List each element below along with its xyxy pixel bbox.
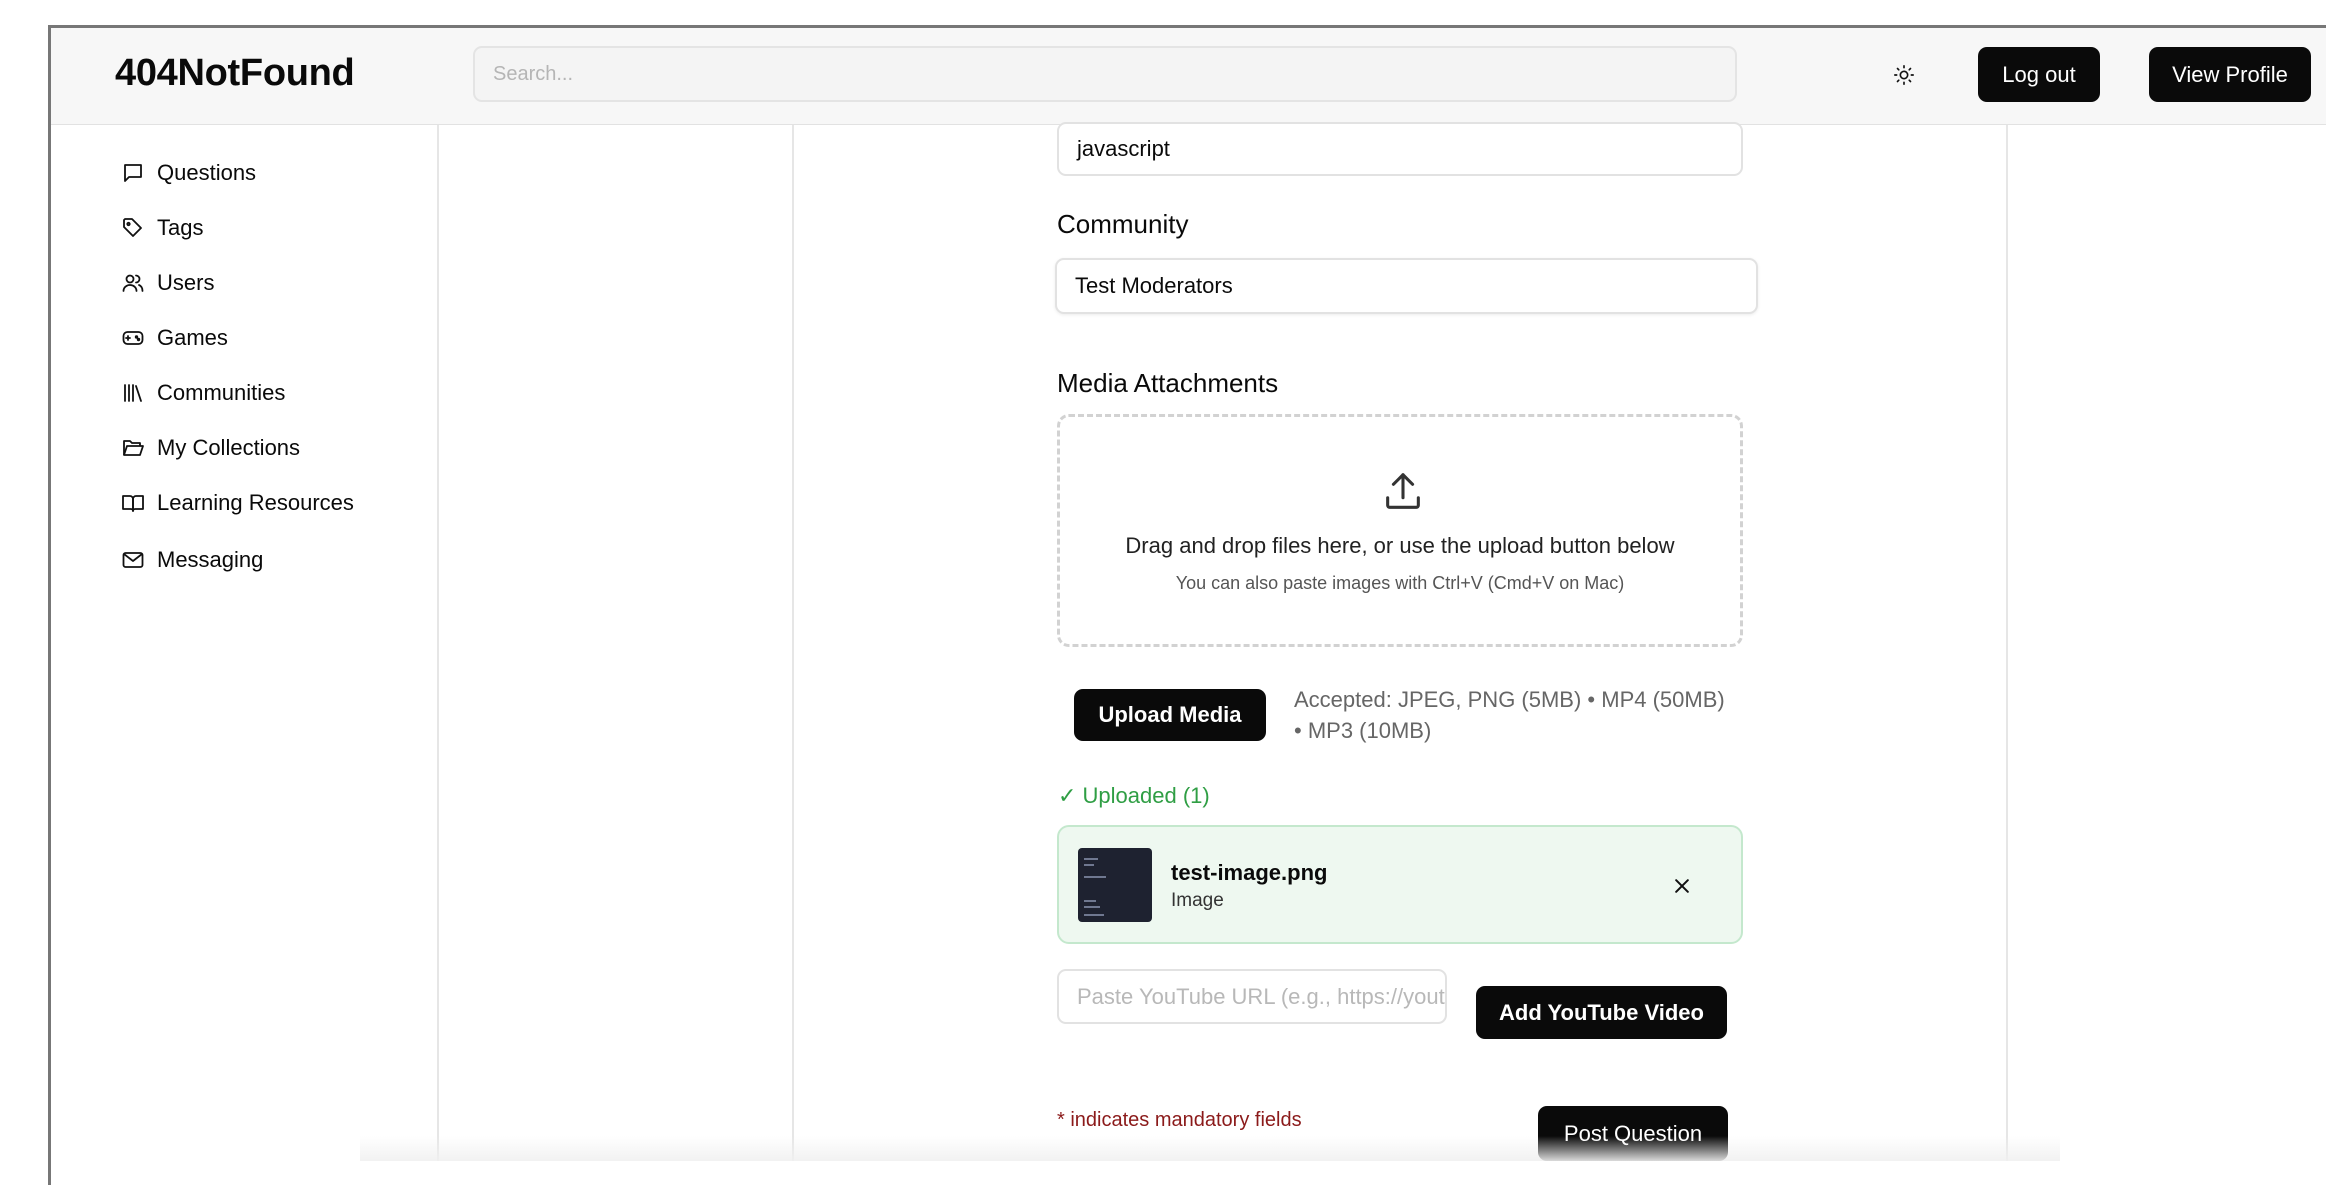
sidebar-item-label: Communities	[157, 380, 286, 405]
sidebar-item-games[interactable]: Games	[121, 320, 228, 356]
sidebar-item-label: My Collections	[157, 435, 301, 460]
tag-icon	[123, 218, 142, 237]
sidebar-item-label: Questions	[157, 160, 257, 185]
accepted-formats-line-2: • MP3 (10MB)	[1294, 718, 1432, 743]
sidebar-item-questions[interactable]: Questions	[121, 155, 256, 191]
content-right-border	[2006, 125, 2008, 1161]
community-label: Community	[1057, 209, 1189, 239]
file-name: test-image.png	[1171, 860, 1328, 885]
tags-input[interactable]: javascript	[1057, 122, 1743, 176]
message-square-icon	[124, 164, 142, 182]
app-logo[interactable]: 404NotFound	[115, 52, 355, 95]
upload-media-button[interactable]: Upload Media	[1074, 689, 1266, 741]
remove-file-button[interactable]	[1667, 871, 1697, 901]
sidebar-item-learning-resources[interactable]: Learning Resources	[121, 485, 354, 521]
upload-icon	[1386, 473, 1420, 509]
media-attachments-label: Media Attachments	[1057, 368, 1279, 398]
users-icon	[122, 274, 144, 292]
community-select[interactable]: Test Moderators	[1055, 258, 1758, 314]
sidebar-item-label: Tags	[157, 215, 204, 240]
sidebar-item-messaging[interactable]: Messaging	[121, 542, 263, 578]
close-icon	[1675, 879, 1689, 893]
sidebar: Questions Tags Users Games Communities M…	[51, 125, 439, 1161]
theme-toggle-button[interactable]	[1887, 58, 1921, 92]
file-type: Image	[1171, 890, 1224, 911]
accepted-formats-text: Accepted: JPEG, PNG (5MB) • MP4 (50MB) •…	[1294, 684, 1754, 746]
view-profile-button[interactable]: View Profile	[2149, 47, 2311, 102]
sidebar-item-label: Messaging	[157, 547, 264, 572]
accepted-formats-line-1: Accepted: JPEG, PNG (5MB) • MP4 (50MB)	[1294, 687, 1725, 712]
add-youtube-video-button[interactable]: Add YouTube Video	[1476, 986, 1727, 1039]
file-thumbnail	[1078, 848, 1152, 922]
dropzone-instruction: Drag and drop files here, or use the upl…	[1125, 533, 1675, 558]
logout-button[interactable]: Log out	[1978, 47, 2100, 102]
sidebar-item-label: Games	[157, 325, 228, 350]
sidebar-item-communities[interactable]: Communities	[121, 375, 285, 411]
post-question-button[interactable]: Post Question	[1538, 1106, 1728, 1161]
sidebar-item-label: Users	[157, 270, 215, 295]
sidebar-item-tags[interactable]: Tags	[121, 210, 203, 246]
book-open-icon	[122, 495, 144, 512]
sidebar-item-label: Learning Resources	[157, 490, 354, 515]
youtube-url-input[interactable]	[1057, 969, 1447, 1024]
uploaded-count: ✓ Uploaded (1)	[1058, 783, 1210, 808]
library-icon	[124, 384, 142, 402]
sidebar-item-users[interactable]: Users	[121, 265, 214, 301]
folder-open-icon	[123, 440, 144, 456]
mandatory-fields-note: * indicates mandatory fields	[1057, 1109, 1302, 1131]
uploaded-file-card: test-image.png Image	[1057, 825, 1743, 944]
search-input[interactable]	[473, 46, 1737, 102]
sidebar-item-my-collections[interactable]: My Collections	[121, 430, 300, 466]
content-left-border	[792, 125, 794, 1161]
media-dropzone[interactable]: Drag and drop files here, or use the upl…	[1057, 414, 1743, 647]
dropzone-paste-hint: You can also paste images with Ctrl+V (C…	[1175, 573, 1625, 593]
sun-icon	[1894, 65, 1914, 85]
gamepad-icon	[122, 331, 144, 345]
top-header: 404NotFound Log out View Profile	[51, 28, 2326, 125]
mail-icon	[122, 552, 144, 568]
